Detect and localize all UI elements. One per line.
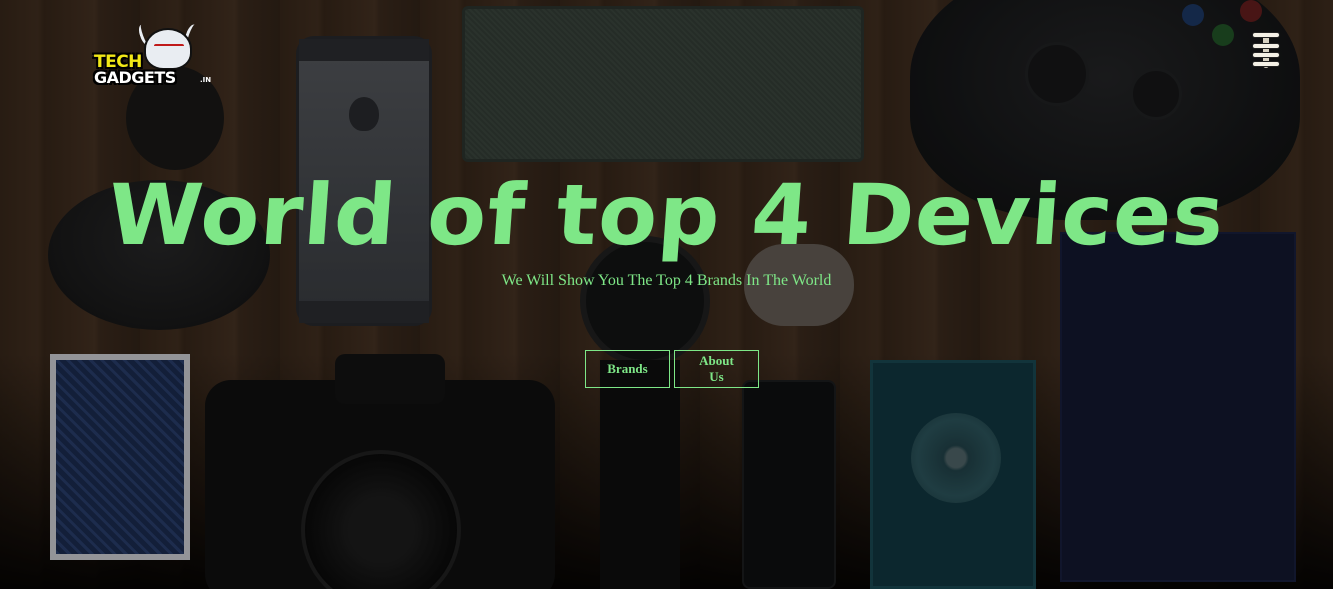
hero-subtitle: We Will Show You The Top 4 Brands In The… [501,272,832,289]
apple-logo-icon [349,97,379,131]
background-camera-image [205,354,555,589]
hard-drive-platter [911,413,1001,503]
background-speaker-image [462,6,864,162]
menu-icon-bar [1252,52,1280,58]
menu-icon-bar [1252,43,1280,49]
controller-button-icon [1182,4,1204,26]
controller-stick-icon [1025,42,1089,106]
menu-icon-bar [1252,32,1280,38]
logo-word-gadgets: GADGETS [94,68,176,87]
background-watch-strap [600,360,680,589]
hero-title: World of top 4 Devices [104,166,1229,264]
background-playing-cards-image [50,354,190,560]
brands-button[interactable]: Brands [585,350,670,388]
controller-stick-icon [1130,68,1182,120]
controller-button-icon [1240,0,1262,22]
logo-suffix: .IN [200,76,212,84]
background-media-player-image [742,380,836,589]
phone-bottom-band [299,301,429,323]
phone-top-band [299,39,429,61]
controller-button-icon [1212,24,1234,46]
hamburger-menu-icon[interactable] [1249,32,1283,68]
camera-lens [301,450,461,589]
mascot-icon [144,28,192,70]
background-hard-drive-image [870,360,1036,589]
hero-section: TECH GADGETS .IN World of top 4 Devices … [0,0,1333,589]
about-us-button[interactable]: About Us [674,350,759,388]
hero-button-group: Brands About Us [585,350,759,388]
camera-viewfinder [335,354,445,404]
site-logo[interactable]: TECH GADGETS .IN [92,22,214,90]
menu-icon-bar [1252,61,1280,67]
